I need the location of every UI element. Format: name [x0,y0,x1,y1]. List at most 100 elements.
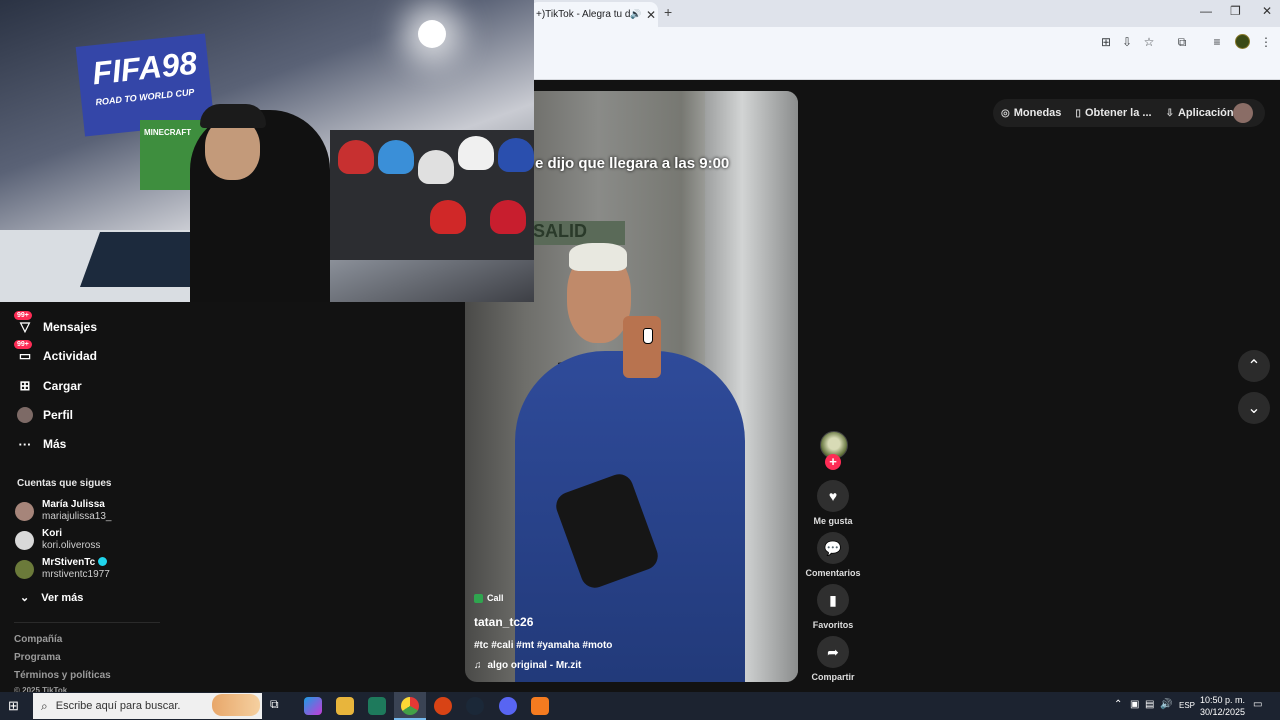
task-view-icon[interactable]: ⧉ [270,697,288,715]
store-icon[interactable] [368,697,386,715]
app-icon[interactable] [531,697,549,715]
app-icon[interactable] [434,697,452,715]
activity-icon: ▭ 99+ [14,340,34,365]
user-avatar[interactable] [1233,103,1253,123]
chrome-icon[interactable] [401,697,419,715]
see-more-link[interactable]: ⌄ Ver más [20,591,83,604]
phone-icon: ▯ [1075,107,1081,119]
following-name: María Julissa [42,499,105,510]
footer-link-company[interactable]: Compañía [14,634,62,645]
verified-icon [98,557,108,566]
network-icon[interactable]: ▤ [1145,699,1154,710]
sidebar-item-more[interactable]: ··· Más [16,433,67,455]
profile-icon [16,406,34,424]
share-button[interactable]: ➦ [817,636,849,668]
clock-date: 30/12/2025 [1200,707,1246,717]
search-icon: ⌕ [41,698,48,713]
call-icon [474,593,483,603]
copilot-icon[interactable] [304,697,322,715]
call-label: Call [487,593,504,603]
speaker-icon[interactable]: 🔊 [630,9,644,20]
streamer-cap [200,104,266,128]
coins-button[interactable]: ◎ Monedas [1001,107,1061,119]
messages-badge: 99+ [14,311,32,320]
sidebar-item-upload[interactable]: ⊞ Cargar [16,375,82,397]
restore-button[interactable]: ❐ [1230,4,1241,18]
following-user: mrstiventc1977 [42,569,110,580]
window-close-button[interactable]: ✕ [1262,4,1272,18]
steam-icon[interactable] [466,697,484,715]
notifications-icon[interactable]: ▭ [1253,699,1262,710]
discord-icon[interactable] [499,697,517,715]
following-item[interactable]: Kori kori.oliveross [15,528,100,552]
star-icon[interactable]: ☆ [1142,35,1156,49]
browser-tab-tiktok[interactable]: +)TikTok - Alegra tu día 🔊 ✕ [530,2,658,27]
browser-profile-avatar[interactable] [1235,34,1250,49]
comments-label: Comentarios [805,568,861,578]
extensions-icon[interactable]: ⧉ [1175,35,1189,49]
helmet [430,200,466,234]
activity-badge: 99+ [14,340,32,349]
tab-close-button[interactable]: ✕ [644,8,658,22]
sidebar-item-label: Más [43,437,67,451]
hand-cursor-icon [643,328,653,344]
minimize-button[interactable]: — [1200,4,1212,18]
comments-button[interactable]: 💬 [817,532,849,564]
menu-icon[interactable]: ⋮ [1259,35,1273,49]
music-label: algo original - Mr.zit [487,660,582,671]
upload-icon: ⊞ [19,378,31,393]
sidebar-item-activity[interactable]: ▭ 99+ Actividad [14,340,97,367]
person-hair [569,243,627,271]
chevron-up-icon: ⌃ [1247,358,1261,375]
sidebar-item-label: Cargar [43,379,82,393]
favorites-button[interactable]: ▮ [817,584,849,616]
media-icon[interactable]: ≡ [1210,35,1224,49]
following-item[interactable]: María Julissa mariajulissa13_ [15,499,111,523]
coins-label: Monedas [1013,107,1062,119]
volume-icon[interactable]: 🔊 [1160,699,1172,710]
language-indicator[interactable]: ESP [1179,701,1195,710]
previous-video-button[interactable]: ⌃ [1238,350,1270,382]
clock[interactable]: 10:50 p. m. 30/12/2025 [1200,694,1245,718]
download-icon: ⇩ [1165,107,1174,119]
following-item[interactable]: MrStivenTc mrstiventc1977 [15,557,110,581]
video-author[interactable]: tatan_tc26 [474,615,533,629]
video-hashtags[interactable]: #tc #cali #mt #yamaha #moto [474,640,612,651]
following-user: mariajulissa13_ [42,511,112,522]
messages-icon: ▽ 99+ [14,311,34,336]
follow-plus-button[interactable]: + [825,454,841,470]
windows-start-icon[interactable]: ⊞ [8,699,22,713]
poster-game-text: MINECRAFT [144,128,192,137]
helmet [490,200,526,234]
chevron-up-icon[interactable]: ⌃ [1114,699,1122,710]
call-tag[interactable]: Call [474,593,504,603]
chevron-down-icon: ⌄ [20,592,30,604]
like-button[interactable]: ♥ [817,480,849,512]
helmet [498,138,534,172]
phone [623,316,661,378]
clock-time: 10:50 p. m. [1200,695,1246,705]
sidebar-item-label: Mensajes [43,320,98,334]
footer-link-terms[interactable]: Términos y políticas [14,670,111,681]
tray-icon[interactable]: ▣ [1130,699,1139,710]
avatar [15,530,34,550]
helmet [378,140,414,174]
next-video-button[interactable]: ⌄ [1238,392,1270,424]
sidebar-item-profile[interactable]: Perfil [16,404,73,426]
video-caption: e dijo que llegara a las 9:00 [535,155,730,172]
sidebar-item-messages[interactable]: ▽ 99+ Mensajes [14,311,98,338]
footer-link-program[interactable]: Programa [14,652,61,663]
tab-title: +)TikTok - Alegra tu día [536,9,630,20]
file-explorer-icon[interactable] [336,697,354,715]
get-app-button[interactable]: ▯ Obtener la ... [1075,107,1151,119]
see-more-label: Ver más [41,592,84,604]
install-icon[interactable]: ⇩ [1120,35,1134,49]
following-name-row: MrStivenTc [42,557,110,569]
new-tab-button[interactable]: + [664,4,672,20]
ceiling-light [418,20,446,48]
avatar [15,559,34,579]
video-music[interactable]: ♫ algo original - Mr.zit [474,660,581,671]
get-app-label: Obtener la ... [1084,107,1152,119]
translate-icon[interactable]: ⊞ [1099,35,1113,49]
search-placeholder: Escribe aquí para buscar. [55,700,181,712]
